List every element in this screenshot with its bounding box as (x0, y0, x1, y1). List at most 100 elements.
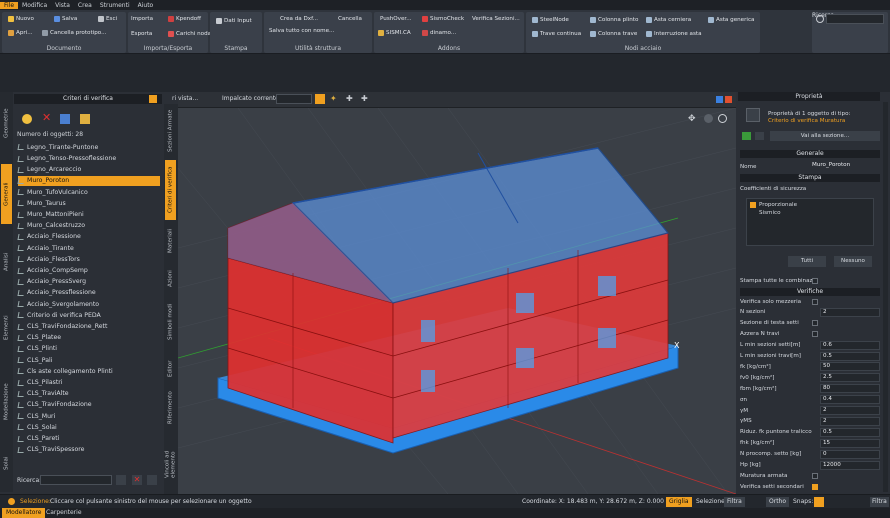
cancel-button[interactable]: Cancella (338, 16, 362, 22)
list-item[interactable]: Cls aste collegamento Plinti (17, 366, 160, 377)
list-item[interactable]: Muro_Taurus (17, 198, 160, 209)
list-item[interactable]: Muro_MattoniPieni (17, 209, 160, 220)
print-all-checkbox[interactable] (812, 277, 818, 284)
filter-icon[interactable] (116, 475, 126, 485)
tab-editor[interactable]: Editor (165, 354, 176, 384)
column-plinth-button[interactable]: Colonna plinto (590, 17, 638, 23)
view-tab[interactable]: ri vista... (172, 95, 198, 102)
dinamo-button[interactable]: dinamo... (422, 30, 456, 36)
list-item[interactable]: Acciaio_Pressflessione (17, 288, 160, 299)
list-item[interactable]: CLS_TraviFondazione_Rett (17, 321, 160, 332)
move-icon[interactable]: ✥ (688, 114, 696, 124)
select-none-button[interactable]: Nessuno (834, 256, 872, 267)
tab-azioni[interactable]: Azioni (165, 264, 176, 294)
tab-simboli-modi[interactable]: Simboli modi (165, 300, 176, 344)
property-value[interactable]: 50 (820, 362, 880, 372)
tab-sezioni-armate[interactable]: Sezioni Armate (165, 106, 176, 156)
tab-geometrie[interactable]: Geometrie (1, 98, 12, 148)
view-cube-icon[interactable] (718, 114, 727, 123)
tab-vincoli[interactable]: Vincoli ad elemento (165, 430, 177, 478)
list-item[interactable]: CLS_TraviSpessore (17, 444, 160, 455)
grid-toggle[interactable]: Griglia (666, 497, 692, 507)
kpendoff-button[interactable]: Kpendoff (168, 16, 201, 22)
input-data-button[interactable]: Dati Input (216, 18, 252, 24)
tab-elementi[interactable]: Elementi (1, 306, 12, 350)
menu-vista[interactable]: Vista (51, 2, 74, 9)
go-to-section-button[interactable]: Vai alla sezione... (770, 131, 880, 141)
list-item[interactable]: Acciaio_FlessTors (17, 254, 160, 265)
list-item[interactable]: CLS_Solai (17, 422, 160, 433)
ortho-toggle[interactable]: Ortho (766, 497, 790, 507)
list-item[interactable]: CLS_Pilastri (17, 377, 160, 388)
save-button[interactable]: Salva (54, 16, 77, 22)
tab-criteri-verifica[interactable]: Criteri di verifica (165, 160, 176, 220)
property-checkbox[interactable] (812, 331, 818, 338)
list-item[interactable]: Legno_Tenso-Pressoflessione (17, 153, 160, 164)
filter2-button[interactable]: Filtra (870, 497, 889, 507)
property-value[interactable]: 0.5 (820, 427, 880, 437)
list-item[interactable]: CLS_TraviFondazione (17, 400, 160, 411)
sismocheck-button[interactable]: SismoCheck (422, 16, 464, 22)
property-value[interactable]: 0.6 (820, 340, 880, 350)
option-sismico[interactable]: Sismico (759, 210, 781, 216)
import-button[interactable]: Importa (131, 16, 153, 22)
property-value[interactable]: 2.5 (820, 373, 880, 383)
clear-icon[interactable]: ✕ (132, 475, 142, 485)
search-icon[interactable] (816, 15, 824, 23)
list-item[interactable]: Muro_Poroton (17, 175, 160, 187)
menu-file[interactable]: File (0, 1, 19, 9)
menu-aiuto[interactable]: Aiuto (134, 2, 158, 9)
search-input[interactable] (826, 14, 884, 24)
section-stampa[interactable]: Stampa (740, 174, 880, 182)
sismica-button[interactable]: SISMI.CA (378, 30, 411, 36)
open-button[interactable]: Apri... (8, 30, 33, 36)
list-item[interactable]: Muro_TufoVulcanico (17, 187, 160, 198)
nodal-loads-button[interactable]: Carichi nodali (168, 31, 214, 37)
list-item[interactable]: CLS_Muri (17, 411, 160, 422)
property-value[interactable]: 15 (820, 438, 880, 448)
list-item[interactable]: Acciaio_PressSverg (17, 276, 160, 287)
tab-analisi[interactable]: Analisi (1, 242, 12, 282)
tab-modellazione[interactable]: Modellazione (1, 372, 12, 432)
wrench-icon[interactable]: ✦ (330, 94, 340, 104)
property-value[interactable]: 2 (820, 406, 880, 415)
select-all-button[interactable]: Tutti (788, 256, 826, 267)
column-beam-button[interactable]: Colonna trave (590, 31, 637, 37)
pin-view-icon[interactable]: ✚ (346, 94, 353, 104)
steelnode-button[interactable]: SteelNode (532, 17, 569, 23)
hinge-rod-button[interactable]: Asta cerniera (646, 17, 691, 23)
list-item[interactable]: Acciaio_Tirante (17, 243, 160, 254)
folder-icon[interactable] (80, 114, 90, 124)
forward-icon[interactable] (755, 132, 764, 140)
filter-button[interactable]: Filtra (724, 497, 745, 507)
tab-modellatore[interactable]: Modellatore (2, 508, 46, 518)
continuous-beam-button[interactable]: Trave continua (532, 31, 581, 37)
property-value[interactable]: 2 (820, 307, 880, 317)
property-value[interactable]: 0 (820, 449, 880, 459)
close-view-icon[interactable] (725, 96, 732, 103)
panel-scrollbar[interactable] (883, 102, 888, 492)
list-item[interactable]: Acciaio_Svergolamento (17, 299, 160, 310)
list-item[interactable]: Acciaio_CompSemp (17, 265, 160, 276)
generic-rod-button[interactable]: Asta generica (708, 17, 754, 23)
list-item[interactable]: Acciaio_Flessione (17, 232, 160, 243)
delete-prototype-button[interactable]: Cancella prototipo... (42, 30, 106, 36)
section-generale[interactable]: Generale (740, 150, 880, 158)
save-all-as-button[interactable]: Salva tutto con nome... (269, 28, 334, 34)
pushover-button[interactable]: PushOver... (380, 16, 412, 22)
list-search-input[interactable] (40, 475, 112, 485)
orbit-icon[interactable] (704, 114, 713, 123)
pin-icon[interactable] (149, 95, 157, 103)
tab-carpenterie[interactable]: Carpenterie (42, 508, 86, 518)
menu-modifica[interactable]: Modifica (18, 2, 51, 9)
checkbox-icon[interactable] (750, 202, 756, 208)
property-value[interactable]: 0.5 (820, 351, 880, 361)
property-value[interactable]: 2 (820, 416, 880, 426)
copy-icon[interactable] (60, 114, 70, 124)
name-value[interactable]: Muro_Poroton (810, 162, 880, 171)
list-item[interactable]: Legno_Arcareccio (17, 164, 160, 175)
3d-viewport[interactable]: ri vista... Impalcato corrente: ✦ ✚ ✚ X … (172, 92, 736, 494)
rod-break-button[interactable]: Interruzione asta (646, 31, 702, 37)
list-item[interactable]: Legno_Tirante-Puntone (17, 142, 160, 153)
list-item[interactable]: CLS_Pareti (17, 433, 160, 444)
